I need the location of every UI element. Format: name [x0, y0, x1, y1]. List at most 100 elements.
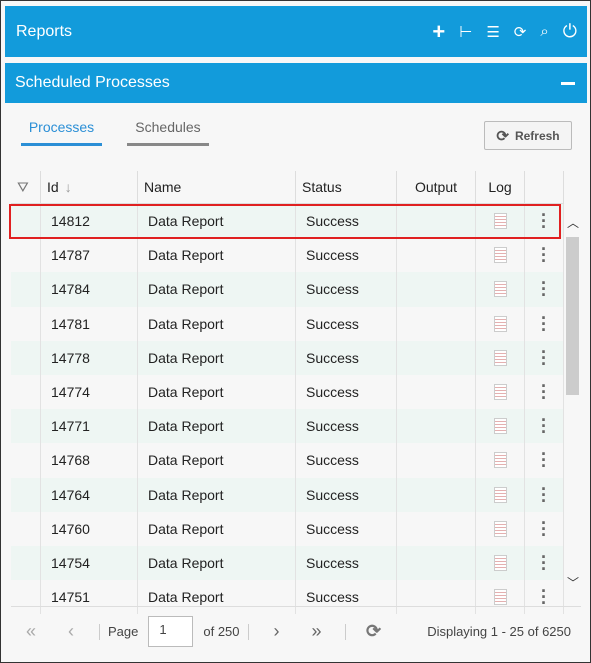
column-output[interactable]: Output: [397, 171, 476, 203]
more-options-icon[interactable]: · · ·: [541, 240, 547, 270]
table-row[interactable]: 14781 Data Report Success · · ·: [11, 306, 564, 341]
search-icon[interactable]: ⌕: [540, 23, 548, 40]
refresh-icon: ⟳: [496, 127, 509, 145]
column-status[interactable]: Status: [296, 171, 397, 203]
cell-output: [397, 238, 476, 273]
power-icon[interactable]: ⏻: [563, 21, 577, 42]
row-gutter: [11, 306, 41, 341]
row-gutter: [11, 477, 41, 512]
log-document-icon[interactable]: [493, 349, 507, 366]
header-title: Reports: [16, 22, 73, 40]
cell-actions: · · ·: [525, 511, 564, 546]
cell-output: [397, 477, 476, 512]
page-input[interactable]: 1: [148, 616, 194, 647]
more-options-icon[interactable]: · · ·: [541, 445, 547, 475]
table-row[interactable]: 14784 Data Report Success · · ·: [11, 272, 564, 307]
more-options-icon[interactable]: · · ·: [541, 480, 547, 510]
more-options-icon[interactable]: · · ·: [541, 411, 547, 441]
more-options-icon[interactable]: · · ·: [541, 548, 547, 578]
table-row[interactable]: 14787 Data Report Success · · ·: [11, 238, 564, 273]
log-document-icon[interactable]: [493, 247, 507, 264]
scroll-up-icon[interactable]: ︿: [567, 214, 579, 231]
row-gutter: [11, 238, 41, 273]
cell-actions: · · ·: [525, 545, 564, 581]
cell-actions: · · ·: [525, 238, 564, 273]
table-row[interactable]: 14771 Data Report Success · · ·: [11, 409, 564, 444]
cell-id: 14754: [41, 545, 138, 581]
tab-processes[interactable]: Processes: [21, 119, 102, 146]
log-document-icon[interactable]: [493, 418, 507, 435]
cell-id: 14787: [41, 238, 138, 273]
column-id[interactable]: Id ↓: [41, 171, 138, 203]
more-options-icon[interactable]: · · ·: [541, 377, 547, 407]
more-options-icon[interactable]: · · ·: [541, 514, 547, 544]
cell-name: Data Report: [138, 374, 296, 410]
cell-log: [476, 409, 525, 444]
cell-actions: · · ·: [525, 374, 564, 410]
collapse-list-icon[interactable]: ⊢: [459, 23, 472, 41]
cell-output: [397, 443, 476, 478]
more-options-icon[interactable]: · · ·: [541, 309, 547, 339]
cell-log: [476, 443, 525, 478]
log-document-icon[interactable]: [493, 554, 507, 571]
log-document-icon[interactable]: [493, 384, 507, 401]
column-log[interactable]: Log: [476, 171, 525, 203]
cell-actions: · · ·: [525, 443, 564, 478]
cell-name: Data Report: [138, 511, 296, 546]
log-document-icon[interactable]: [493, 281, 507, 298]
log-document-icon[interactable]: [493, 315, 507, 332]
scroll-down-icon[interactable]: ﹀: [567, 574, 579, 591]
reload-icon[interactable]: ⟳: [354, 621, 394, 642]
cell-status: Success: [296, 511, 397, 546]
last-page-icon[interactable]: »: [297, 621, 337, 642]
first-page-icon[interactable]: «: [11, 621, 51, 642]
cell-log: [476, 477, 525, 512]
column-id-label: Id: [47, 179, 59, 195]
sync-icon[interactable]: ⟳: [514, 23, 527, 41]
prev-page-icon[interactable]: ‹: [51, 621, 91, 642]
log-document-icon[interactable]: [493, 589, 507, 606]
table-row[interactable]: 14760 Data Report Success · · ·: [11, 511, 564, 546]
plus-icon[interactable]: +: [432, 19, 445, 45]
scrollbar-thumb[interactable]: [566, 237, 579, 395]
minimize-icon[interactable]: [561, 81, 575, 85]
cell-log: [476, 238, 525, 273]
table-row[interactable]: 14754 Data Report Success · · ·: [11, 545, 564, 581]
scrollbar[interactable]: ︿ ﹀: [564, 204, 581, 606]
tree-list-icon[interactable]: ☰: [486, 23, 499, 41]
cell-log: [476, 306, 525, 341]
cell-log: [476, 545, 525, 581]
cell-status: Success: [296, 443, 397, 478]
row-gutter: [11, 511, 41, 546]
more-options-icon[interactable]: · · ·: [541, 343, 547, 373]
app-frame: Reports + ⊢ ☰ ⟳ ⌕ ⏻ Scheduled Processes …: [0, 0, 591, 663]
refresh-button[interactable]: ⟳ Refresh: [484, 121, 572, 150]
row-gutter: [11, 409, 41, 444]
cell-status: Success: [296, 272, 397, 307]
divider: [99, 623, 100, 640]
panel-header: Scheduled Processes: [5, 63, 587, 103]
cell-id: 14771: [41, 409, 138, 444]
more-options-icon[interactable]: · · ·: [541, 582, 547, 612]
table-row[interactable]: 14764 Data Report Success · · ·: [11, 477, 564, 512]
tab-schedules[interactable]: Schedules: [127, 119, 209, 146]
cell-actions: · · ·: [525, 409, 564, 444]
cell-output: [397, 272, 476, 307]
next-page-icon[interactable]: ›: [257, 621, 297, 642]
cell-actions: · · ·: [525, 272, 564, 307]
cell-id: 14774: [41, 374, 138, 410]
divider: [247, 623, 249, 640]
more-options-icon[interactable]: · · ·: [541, 274, 547, 304]
log-document-icon[interactable]: [493, 520, 507, 537]
table-row[interactable]: 14778 Data Report Success · · ·: [11, 340, 564, 375]
cell-output: [397, 374, 476, 410]
filter-icon[interactable]: ⛛: [11, 171, 41, 203]
cell-output: [397, 545, 476, 581]
column-name[interactable]: Name: [138, 171, 296, 203]
cell-status: Success: [296, 238, 397, 273]
cell-status: Success: [296, 374, 397, 410]
table-row[interactable]: 14768 Data Report Success · · ·: [11, 443, 564, 478]
log-document-icon[interactable]: [493, 486, 507, 503]
log-document-icon[interactable]: [493, 452, 507, 469]
table-row[interactable]: 14774 Data Report Success · · ·: [11, 374, 564, 410]
